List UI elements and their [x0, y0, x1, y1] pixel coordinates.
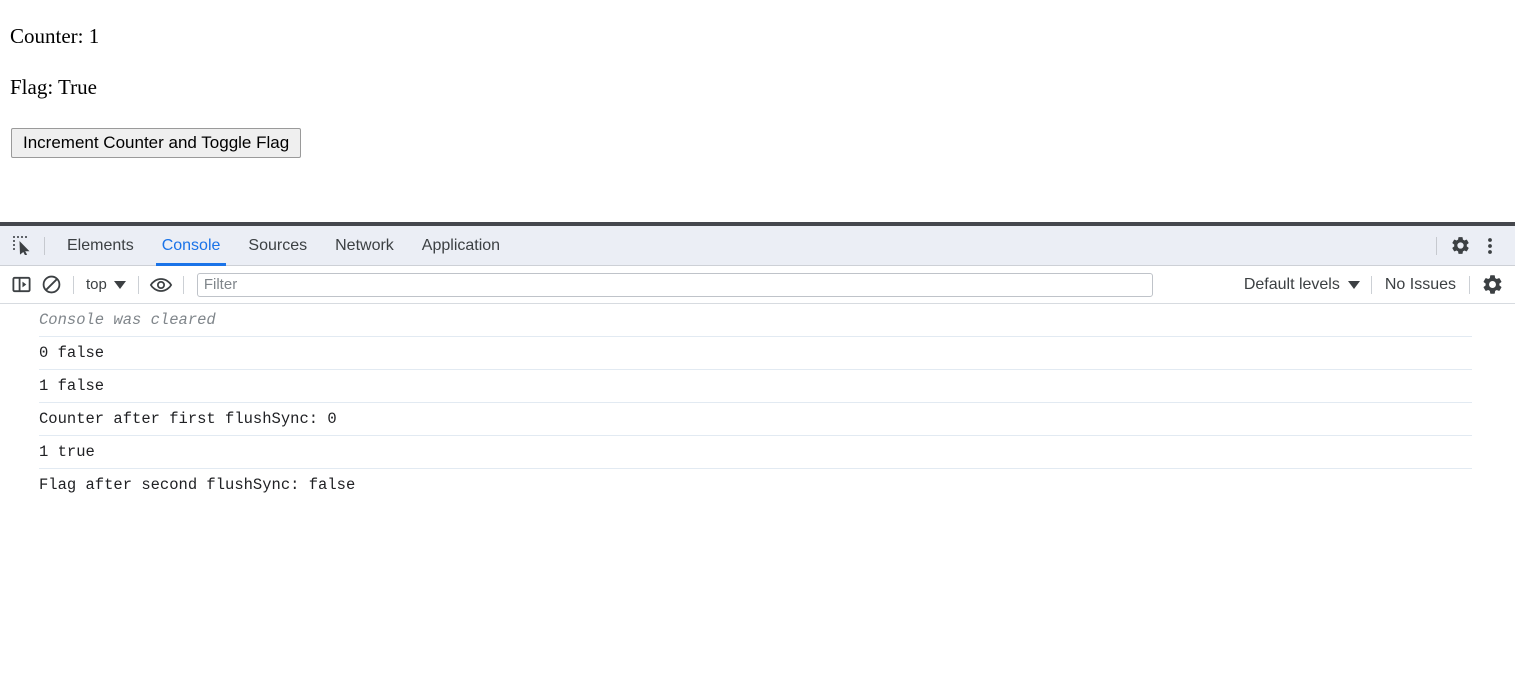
- execution-context-selector[interactable]: top: [81, 274, 131, 295]
- toolbar-divider-2: [138, 276, 139, 294]
- console-message: 0 false: [0, 337, 1515, 370]
- console-message: 1 false: [0, 370, 1515, 403]
- toolbar-divider-5: [1469, 276, 1470, 294]
- chevron-down-icon: [1348, 281, 1360, 289]
- console-toolbar: top Default levels No Issues: [0, 266, 1515, 304]
- log-levels-selector[interactable]: Default levels: [1240, 274, 1364, 296]
- tab-application[interactable]: Application: [408, 226, 514, 266]
- inspect-element-icon[interactable]: [8, 232, 36, 260]
- tab-elements-label: Elements: [67, 237, 134, 255]
- counter-text: Counter: 1: [10, 24, 99, 48]
- gear-icon[interactable]: [1477, 270, 1507, 300]
- tab-console-label: Console: [162, 237, 221, 255]
- console-toolbar-right: Default levels No Issues: [1240, 270, 1515, 300]
- console-sidebar-toggle-icon[interactable]: [6, 270, 36, 300]
- filter-input[interactable]: [197, 273, 1153, 297]
- tabstrip-actions: [1428, 226, 1515, 266]
- tabstrip-actions-divider: [1436, 237, 1437, 255]
- increment-counter-toggle-flag-button[interactable]: Increment Counter and Toggle Flag: [11, 128, 301, 158]
- devtools-tab-strip: Elements Console Sources Network Applica…: [0, 226, 1515, 266]
- execution-context-label: top: [86, 276, 107, 293]
- issues-status[interactable]: No Issues: [1379, 274, 1462, 296]
- web-page-viewport: Counter: 1 Flag: True Increment Counter …: [0, 0, 1515, 222]
- eye-icon[interactable]: [146, 270, 176, 300]
- clear-console-icon[interactable]: [36, 270, 66, 300]
- chevron-down-icon: [114, 281, 126, 289]
- toolbar-divider-1: [73, 276, 74, 294]
- log-levels-label: Default levels: [1244, 276, 1340, 294]
- tab-application-label: Application: [422, 237, 500, 255]
- toolbar-divider-3: [183, 276, 184, 294]
- tabstrip-divider: [44, 237, 45, 255]
- console-message-list[interactable]: Console was cleared 0 false 1 false Coun…: [0, 304, 1515, 676]
- tab-sources-label: Sources: [248, 237, 307, 255]
- devtools-panel: Elements Console Sources Network Applica…: [0, 222, 1515, 674]
- flag-text: Flag: True: [10, 75, 97, 99]
- tab-console[interactable]: Console: [148, 226, 235, 266]
- tab-elements[interactable]: Elements: [53, 226, 148, 266]
- console-message: 1 true: [0, 436, 1515, 469]
- console-message: Flag after second flushSync: false: [0, 469, 1515, 502]
- console-message: Counter after first flushSync: 0: [0, 403, 1515, 436]
- gear-icon[interactable]: [1445, 231, 1475, 261]
- tab-sources[interactable]: Sources: [234, 226, 321, 266]
- tab-network-label: Network: [335, 237, 394, 255]
- kebab-menu-icon[interactable]: [1475, 231, 1505, 261]
- tab-network[interactable]: Network: [321, 226, 408, 266]
- console-message: Console was cleared: [0, 304, 1515, 337]
- toolbar-divider-4: [1371, 276, 1372, 294]
